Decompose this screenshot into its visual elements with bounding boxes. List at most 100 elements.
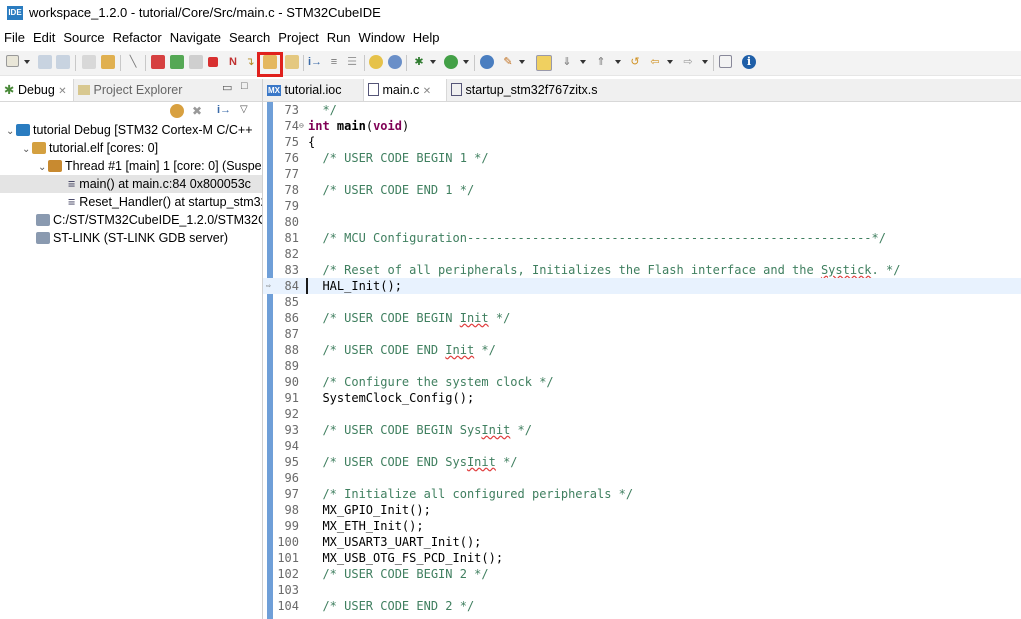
- info-icon[interactable]: i: [742, 55, 756, 69]
- suspend-icon[interactable]: [189, 55, 203, 69]
- back-dropdown-icon[interactable]: [667, 60, 673, 64]
- menu-project[interactable]: Project: [274, 28, 322, 48]
- step-into-icon[interactable]: ↴: [243, 55, 257, 69]
- debug-config-icon[interactable]: [101, 55, 115, 69]
- debug-run-icon[interactable]: ✱: [412, 55, 426, 69]
- new-icon[interactable]: [6, 55, 19, 67]
- minimize-icon[interactable]: ▭: [222, 81, 232, 94]
- menu-navigate[interactable]: Navigate: [166, 28, 225, 48]
- code-line[interactable]: 75 {: [263, 134, 1021, 150]
- cube-mx-icon[interactable]: [388, 55, 402, 69]
- fold-icon[interactable]: ⊖: [299, 118, 304, 134]
- code-line[interactable]: 94: [263, 438, 1021, 454]
- tab-main-c[interactable]: main.c ✕: [363, 79, 447, 101]
- tab-tutorial-ioc[interactable]: MX tutorial.ioc: [263, 79, 363, 101]
- view-menu-icon[interactable]: ▽: [240, 104, 248, 115]
- menu-refactor[interactable]: Refactor: [109, 28, 166, 48]
- open-perspective-icon[interactable]: ✎: [501, 55, 515, 69]
- maximize-icon[interactable]: □: [241, 80, 248, 92]
- run-icon[interactable]: [444, 55, 458, 69]
- step-return-icon[interactable]: [285, 55, 299, 69]
- tree-thread[interactable]: ⌄ Thread #1 [main] 1 [core: 0] (Suspe: [0, 157, 262, 175]
- code-line[interactable]: 84 ⇨ HAL_Init();: [263, 278, 1021, 294]
- toggle-mark-icon[interactable]: [536, 55, 552, 71]
- resume-icon[interactable]: [170, 55, 184, 69]
- code-line[interactable]: 93 /* USER CODE BEGIN SysInit */: [263, 422, 1021, 438]
- code-line[interactable]: 88 /* USER CODE END Init */: [263, 342, 1021, 358]
- code-line[interactable]: 79: [263, 198, 1021, 214]
- tree-gdb-path[interactable]: C:/ST/STM32CubeIDE_1.2.0/STM32Cub: [0, 211, 262, 229]
- code-line[interactable]: 103: [263, 582, 1021, 598]
- prev-annotation-dropdown-icon[interactable]: [615, 60, 621, 64]
- external-tools-icon[interactable]: [480, 55, 494, 69]
- save-icon[interactable]: [38, 55, 52, 69]
- code-line[interactable]: 80: [263, 214, 1021, 230]
- device-config-icon[interactable]: [369, 55, 383, 69]
- new-dropdown-icon[interactable]: [24, 60, 30, 64]
- code-line[interactable]: 101 MX_USB_OTG_FS_PCD_Init();: [263, 550, 1021, 566]
- code-line[interactable]: 91 SystemClock_Config();: [263, 390, 1021, 406]
- menu-file[interactable]: File: [0, 28, 29, 48]
- skip-breakpoints-icon[interactable]: ╲: [126, 55, 140, 69]
- forward-icon[interactable]: ⇨: [681, 55, 695, 69]
- last-edit-icon[interactable]: ↺: [628, 55, 642, 69]
- tab-project-explorer[interactable]: Project Explorer: [78, 79, 182, 101]
- code-line[interactable]: 86 /* USER CODE BEGIN Init */: [263, 310, 1021, 326]
- code-line[interactable]: 74 ⊖ int main(void): [263, 118, 1021, 134]
- code-line[interactable]: 85: [263, 294, 1021, 310]
- back-icon[interactable]: ⇦: [648, 55, 662, 69]
- tree-frame-main[interactable]: ≡ main() at main.c:84 0x800053c: [0, 175, 262, 193]
- debug-dropdown-icon[interactable]: [430, 60, 436, 64]
- code-line[interactable]: 92: [263, 406, 1021, 422]
- code-line[interactable]: 96: [263, 470, 1021, 486]
- code-line[interactable]: 73 */: [263, 102, 1021, 118]
- next-annotation-icon[interactable]: ⇓: [560, 55, 574, 69]
- menu-search[interactable]: Search: [225, 28, 274, 48]
- next-annotation-dropdown-icon[interactable]: [580, 60, 586, 64]
- tab-debug[interactable]: ✱ Debug ✕: [0, 79, 74, 101]
- code-line[interactable]: 99 MX_ETH_Init();: [263, 518, 1021, 534]
- close-icon[interactable]: ✕: [423, 86, 431, 97]
- menu-edit[interactable]: Edit: [29, 28, 59, 48]
- code-area[interactable]: 73 */74 ⊖ int main(void) 75{76 /* USER CODE…: [263, 102, 1021, 619]
- code-line[interactable]: 104 /* USER CODE END 2 */: [263, 598, 1021, 614]
- code-line[interactable]: 78 /* USER CODE END 1 */: [263, 182, 1021, 198]
- maximize-editor-icon[interactable]: [719, 55, 732, 68]
- tools-dropdown-icon[interactable]: [519, 60, 525, 64]
- restart-icon[interactable]: ☰: [345, 55, 359, 69]
- menu-window[interactable]: Window: [355, 28, 409, 48]
- code-line[interactable]: 76 /* USER CODE BEGIN 1 */: [263, 150, 1021, 166]
- use-step-filters-icon[interactable]: ≡: [327, 55, 341, 69]
- code-line[interactable]: 90 /* Configure the system clock */: [263, 374, 1021, 390]
- code-line[interactable]: 100 MX_USART3_UART_Init();: [263, 534, 1021, 550]
- save-all-icon[interactable]: [56, 55, 70, 69]
- prev-annotation-icon[interactable]: ⇑: [594, 55, 608, 69]
- instruction-stepping-icon[interactable]: i→: [308, 55, 322, 69]
- tree-elf[interactable]: ⌄ tutorial.elf [cores: 0]: [0, 139, 262, 157]
- tab-startup-s[interactable]: startup_stm32f767zitx.s: [447, 79, 647, 101]
- code-line[interactable]: 81 /* MCU Configuration-----------------…: [263, 230, 1021, 246]
- remove-launches-icon[interactable]: ✖: [192, 104, 206, 118]
- menu-help[interactable]: Help: [409, 28, 444, 48]
- tree-launch[interactable]: ⌄ tutorial Debug [STM32 Cortex-M C/C++: [0, 121, 262, 139]
- code-line[interactable]: 87: [263, 326, 1021, 342]
- step-filter-icon[interactable]: i→: [217, 104, 231, 116]
- disconnect-icon[interactable]: N: [226, 55, 240, 69]
- close-icon[interactable]: ✕: [58, 86, 66, 97]
- code-line[interactable]: 89: [263, 358, 1021, 374]
- menu-source[interactable]: Source: [59, 28, 108, 48]
- terminate-relaunch-icon[interactable]: [151, 55, 165, 69]
- forward-dropdown-icon[interactable]: [702, 60, 708, 64]
- code-line[interactable]: 82: [263, 246, 1021, 262]
- code-line[interactable]: 77: [263, 166, 1021, 182]
- code-line[interactable]: 97 /* Initialize all configured peripher…: [263, 486, 1021, 502]
- terminate-icon[interactable]: [208, 57, 218, 67]
- menu-run[interactable]: Run: [323, 28, 355, 48]
- code-line[interactable]: 95 /* USER CODE END SysInit */: [263, 454, 1021, 470]
- tree-stlink[interactable]: ST-LINK (ST-LINK GDB server): [0, 229, 262, 247]
- code-line[interactable]: 102 /* USER CODE BEGIN 2 */: [263, 566, 1021, 582]
- resume-panel-icon[interactable]: [170, 104, 184, 118]
- code-line[interactable]: 98 MX_GPIO_Init();: [263, 502, 1021, 518]
- build-all-icon[interactable]: [82, 55, 96, 69]
- tree-frame-reset[interactable]: ≡ Reset_Handler() at startup_stm32: [0, 193, 262, 211]
